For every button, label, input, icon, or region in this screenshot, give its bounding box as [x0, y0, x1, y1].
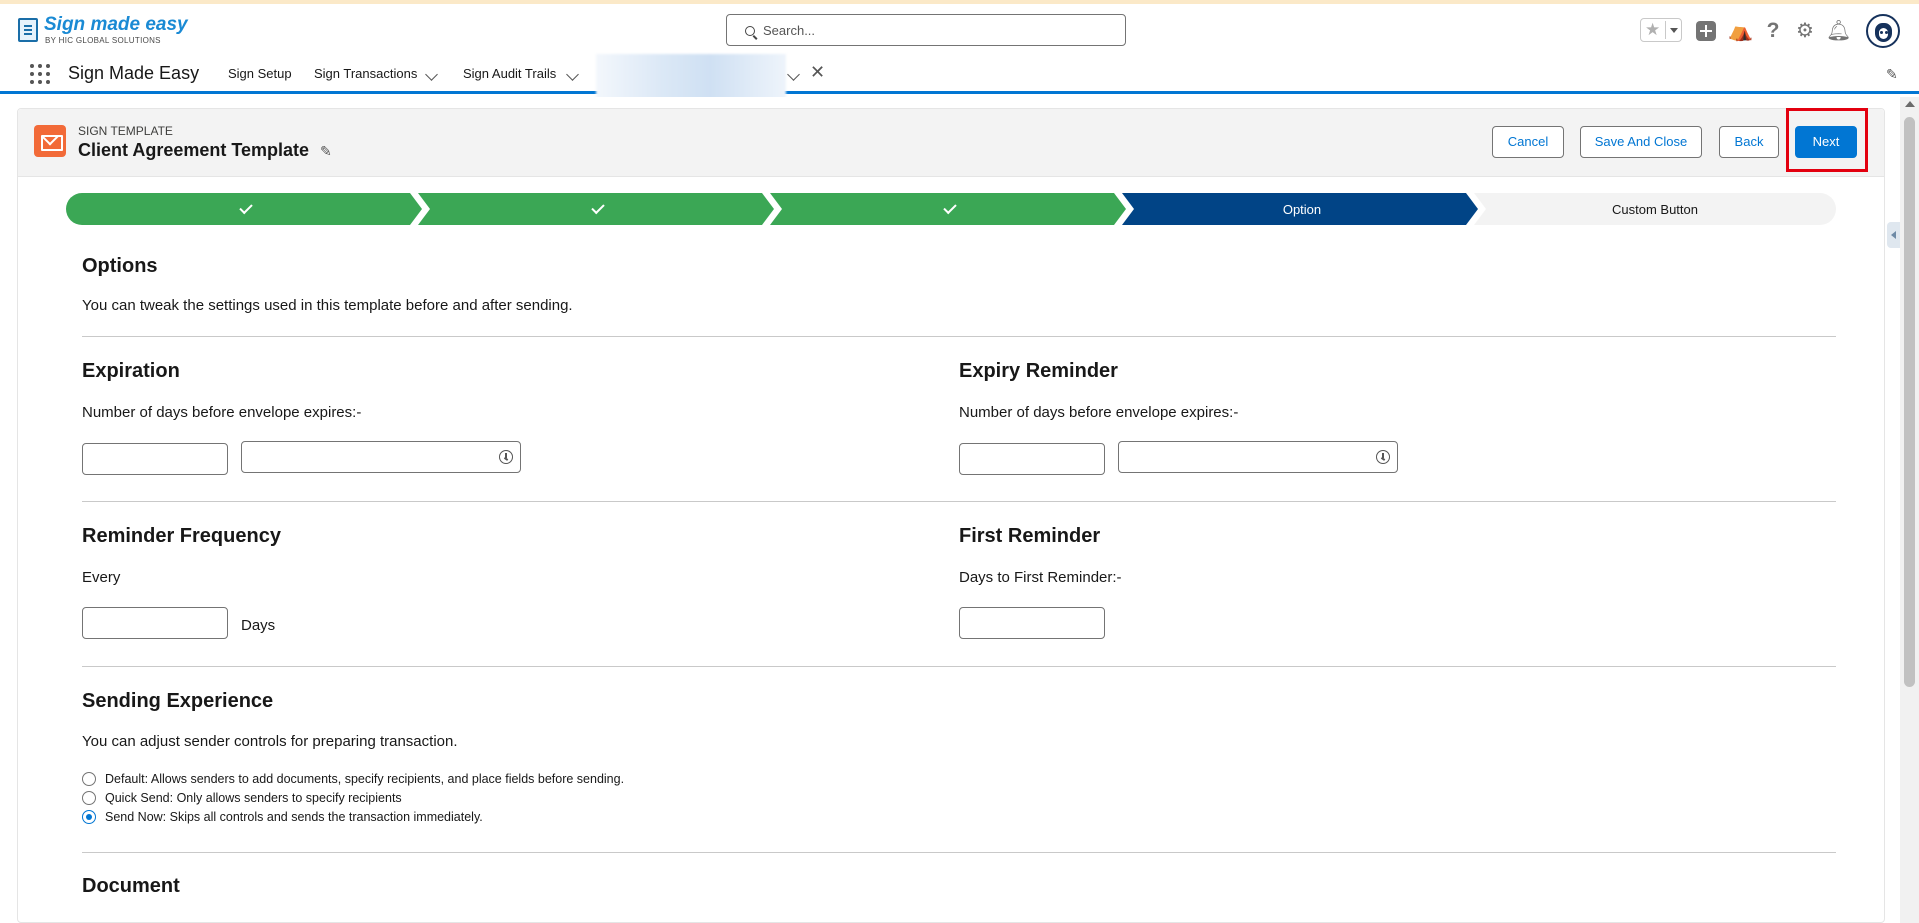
- radio-quick-send[interactable]: Quick Send: Only allows senders to speci…: [82, 789, 402, 807]
- global-header: Sign made easy BY HIC GLOBAL SOLUTIONS ★…: [0, 4, 1919, 54]
- path-step-3[interactable]: [770, 193, 1126, 225]
- page-scrollbar[interactable]: [1900, 97, 1919, 923]
- expiry-reminder-label: Number of days before envelope expires:-: [959, 404, 1239, 421]
- first-reminder-heading: First Reminder: [959, 525, 1101, 547]
- check-icon: [943, 200, 957, 215]
- radio-label: Default: Allows senders to add documents…: [105, 772, 625, 786]
- cancel-button[interactable]: Cancel: [1492, 126, 1564, 158]
- gear-icon[interactable]: ⚙: [1794, 20, 1816, 42]
- collapse-panel-tab[interactable]: [1887, 222, 1901, 248]
- expiration-time-input[interactable]: [241, 441, 521, 473]
- trailhead-icon[interactable]: ⛺: [1728, 20, 1753, 42]
- first-reminder-label: Days to First Reminder:-: [959, 569, 1122, 586]
- first-reminder-input[interactable]: [959, 607, 1105, 639]
- radio-button[interactable]: [82, 772, 96, 786]
- options-heading: Options: [82, 255, 158, 277]
- avatar-eye: [1885, 31, 1888, 34]
- document-heading: Document: [82, 875, 180, 897]
- nav-item-sign-transactions[interactable]: Sign Transactions: [314, 66, 417, 81]
- reminder-frequency-every-label: Every: [82, 569, 121, 586]
- avatar[interactable]: [1866, 14, 1900, 48]
- expiration-label: Number of days before envelope expires:-: [82, 404, 362, 421]
- expiry-reminder-heading: Expiry Reminder: [959, 360, 1118, 382]
- check-icon: [591, 200, 605, 215]
- chevron-down-icon[interactable]: [425, 68, 438, 81]
- bell-icon[interactable]: 🔔︎: [1826, 20, 1851, 42]
- check-icon: [239, 200, 253, 215]
- radio-send-now[interactable]: Send Now: Skips all controls and sends t…: [82, 808, 483, 826]
- sending-experience-description: You can adjust sender controls for prepa…: [82, 733, 458, 750]
- section-divider: [82, 336, 1836, 337]
- scrollbar-thumb[interactable]: [1904, 117, 1915, 687]
- path-step-custom-button[interactable]: Custom Button: [1474, 193, 1836, 225]
- sending-experience-heading: Sending Experience: [82, 690, 274, 712]
- radio-label: Send Now: Skips all controls and sends t…: [105, 810, 483, 824]
- radio-label: Quick Send: Only allows senders to speci…: [105, 791, 402, 805]
- section-divider: [82, 501, 1836, 502]
- section-divider: [82, 852, 1836, 853]
- radio-default[interactable]: Default: Allows senders to add documents…: [82, 770, 624, 788]
- expiry-reminder-time-picker[interactable]: [1118, 441, 1398, 473]
- card-header: SIGN TEMPLATE Client Agreement Template …: [18, 108, 1884, 177]
- logo-title: Sign made easy: [44, 14, 188, 35]
- expiry-reminder-days-input[interactable]: [959, 443, 1105, 475]
- reminder-frequency-heading: Reminder Frequency: [82, 525, 281, 547]
- expiration-time-picker[interactable]: [241, 441, 521, 473]
- nav-item-sign-audit-trails[interactable]: Sign Audit Trails: [463, 66, 556, 81]
- logo-document-icon: [18, 18, 38, 42]
- scroll-up-arrow-icon[interactable]: [1905, 101, 1915, 107]
- app-name: Sign Made Easy: [68, 63, 200, 83]
- chevron-down-icon[interactable]: [1665, 21, 1681, 39]
- section-divider: [82, 666, 1836, 667]
- clock-icon[interactable]: [1376, 450, 1390, 464]
- edit-pencil-icon[interactable]: ✎: [320, 143, 332, 160]
- expiry-reminder-time-input[interactable]: [1118, 441, 1398, 473]
- email-template-icon: [34, 125, 66, 157]
- path-step-option[interactable]: Option: [1122, 193, 1478, 225]
- page-title: Client Agreement Template: [78, 140, 310, 160]
- record-type-label: SIGN TEMPLATE: [78, 124, 173, 138]
- brand-logo[interactable]: Sign made easy BY HIC GLOBAL SOLUTIONS: [18, 14, 188, 48]
- logo-subtitle: BY HIC GLOBAL SOLUTIONS: [45, 36, 161, 45]
- progress-path: Option Custom Button: [66, 193, 1836, 225]
- back-button[interactable]: Back: [1719, 126, 1779, 158]
- app-nav-bar: Sign Made Easy Sign Setup Sign Transacti…: [0, 54, 1919, 102]
- path-step-1[interactable]: [66, 193, 422, 225]
- reminder-frequency-input[interactable]: [82, 607, 228, 639]
- add-icon[interactable]: [1696, 21, 1716, 41]
- chevron-down-icon[interactable]: [566, 68, 579, 81]
- favorites-button[interactable]: ★: [1640, 18, 1682, 42]
- next-button-highlight: [1786, 108, 1868, 172]
- clock-icon[interactable]: [499, 450, 513, 464]
- path-step-label: Option: [1282, 201, 1322, 217]
- redacted-record-tab[interactable]: [596, 54, 786, 102]
- options-description: You can tweak the settings used in this …: [82, 297, 573, 314]
- search-input[interactable]: [763, 20, 1113, 40]
- expiration-heading: Expiration: [82, 360, 180, 382]
- reminder-frequency-unit: Days: [241, 617, 276, 634]
- close-icon[interactable]: ✕: [810, 62, 825, 83]
- radio-button[interactable]: [82, 791, 96, 805]
- sign-template-card: SIGN TEMPLATE Client Agreement Template …: [17, 108, 1885, 923]
- chevron-down-icon[interactable]: [787, 68, 800, 81]
- path-step-2[interactable]: [418, 193, 774, 225]
- search-icon: [745, 26, 755, 36]
- expiration-days-input[interactable]: [82, 443, 228, 475]
- app-launcher-icon[interactable]: [30, 64, 50, 84]
- nav-item-sign-setup[interactable]: Sign Setup: [228, 66, 292, 81]
- global-search[interactable]: [726, 14, 1126, 46]
- avatar-eye: [1880, 31, 1883, 34]
- save-and-close-button[interactable]: Save And Close: [1580, 126, 1702, 158]
- edit-pencil-icon[interactable]: ✎: [1886, 66, 1898, 83]
- star-icon: ★: [1645, 20, 1661, 39]
- path-step-label: Custom Button: [1612, 201, 1698, 217]
- radio-button-selected[interactable]: [82, 810, 96, 824]
- help-icon[interactable]: ?: [1762, 20, 1784, 42]
